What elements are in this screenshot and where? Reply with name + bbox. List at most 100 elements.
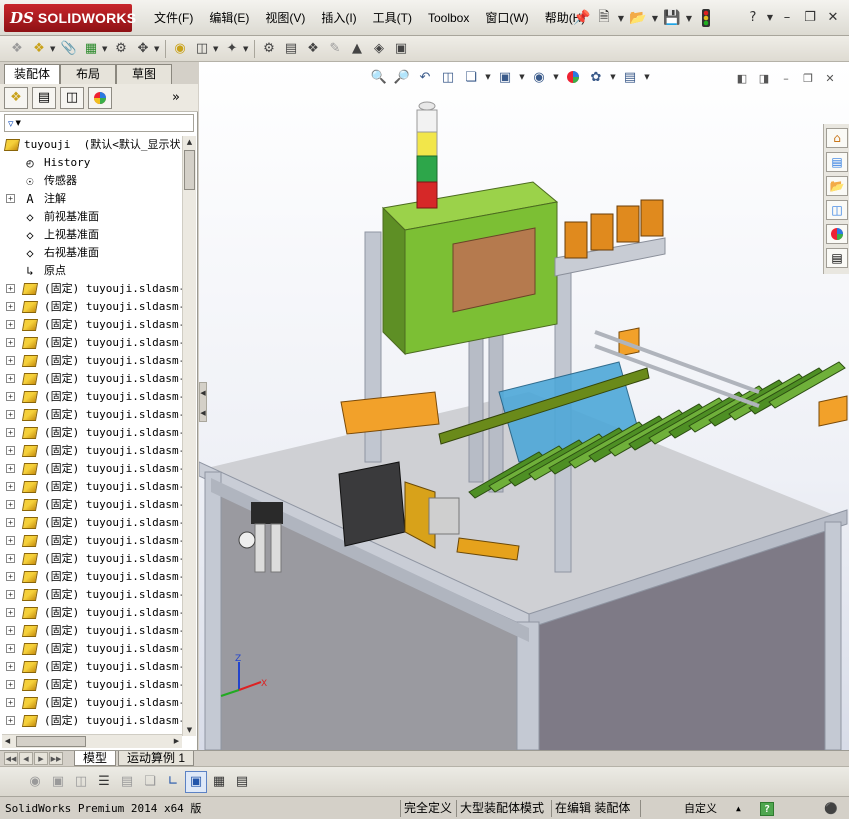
tree-vertical-scrollbar[interactable]: ▲ ▼	[182, 136, 196, 736]
design-library-icon[interactable]: ▤	[826, 152, 848, 172]
chevron-down-icon[interactable]: ▼	[243, 45, 251, 53]
tree-horizontal-scrollbar[interactable]: ◀ ▶	[2, 734, 182, 748]
help-icon[interactable]: ?	[760, 800, 774, 817]
next-tab-icon[interactable]: ▶	[34, 752, 48, 765]
tree-component-row[interactable]: + (固定) tuyouji.sldasm-P	[0, 514, 182, 532]
menu-item-0[interactable]: 文件(F)	[146, 7, 201, 29]
tree-item[interactable]: + A 注解	[0, 190, 182, 208]
tree-component-row[interactable]: + (固定) tuyouji.sldasm-P	[0, 298, 182, 316]
tree-component-row[interactable]: + (固定) tuyouji.sldasm-P	[0, 550, 182, 568]
chevron-up-icon[interactable]: ▲	[736, 800, 741, 817]
tree-component-row[interactable]: + (固定) tuyouji.sldasm-P	[0, 316, 182, 334]
tree-item[interactable]: ↳ 原点	[0, 262, 182, 280]
tree-component-row[interactable]: + (固定) tuyouji.sldasm-P	[0, 280, 182, 298]
tree-item[interactable]: ◴ History	[0, 154, 182, 172]
display-mode-icon[interactable]: ▣	[185, 770, 207, 793]
tree-component-row[interactable]: + (固定) tuyouji.sldasm-P	[0, 496, 182, 514]
configuration-manager-icon[interactable]: ◫	[60, 86, 84, 109]
expand-icon[interactable]: +	[6, 320, 15, 329]
expand-icon[interactable]: +	[6, 338, 15, 347]
clearance-verification-icon[interactable]: ◈	[368, 39, 390, 59]
tag-icon[interactable]: ⚫	[824, 800, 838, 817]
scroll-left-icon[interactable]: ◀	[2, 735, 13, 747]
tab-assembly[interactable]: 装配体	[4, 64, 60, 84]
chevron-down-icon[interactable]: ▼	[616, 8, 626, 28]
tree-component-row[interactable]: + (固定) tuyouji.sldasm-P	[0, 334, 182, 352]
show-hidden-components-icon[interactable]: ◉	[169, 39, 191, 59]
expand-icon[interactable]: +	[6, 644, 15, 653]
chevron-down-icon[interactable]: ▼	[102, 45, 110, 53]
graphics-area[interactable]: ◀ ◀ 🔍 🔎 ↶ ◫ ❏ ▼ ▣ ▼ ◉ ▼ ✿ ▼ ▤ ▼ ◧ ◨ – ❐ ✕	[199, 62, 849, 750]
tree-item[interactable]: ◇ 前视基准面	[0, 208, 182, 226]
chevron-down-icon[interactable]: ▼	[766, 8, 774, 26]
scroll-thumb[interactable]	[184, 150, 195, 190]
expand-icon[interactable]: +	[6, 590, 15, 599]
new-motion-study-icon[interactable]: ⚙	[258, 39, 280, 59]
tree-component-row[interactable]: + (固定) tuyouji.sldasm-P	[0, 442, 182, 460]
tree-component-row[interactable]: + (固定) tuyouji.sldasm-P	[0, 586, 182, 604]
menu-item-3[interactable]: 插入(I)	[313, 7, 364, 29]
home-icon[interactable]: ⌂	[826, 128, 848, 148]
custom-properties-icon[interactable]: ▤	[826, 248, 848, 268]
expand-icon[interactable]: +	[6, 374, 15, 383]
expand-icon[interactable]: +	[6, 626, 15, 635]
tree-component-row[interactable]: + (固定) tuyouji.sldasm-P	[0, 640, 182, 658]
tab-model[interactable]: 模型	[74, 751, 117, 766]
expand-icon[interactable]: +	[6, 716, 15, 725]
menu-item-1[interactable]: 编辑(E)	[201, 7, 257, 29]
display-manager-icon[interactable]	[88, 86, 112, 109]
unit-system[interactable]: 自定义	[684, 800, 717, 817]
chevron-down-icon[interactable]: ▼	[650, 8, 660, 28]
expand-icon[interactable]: +	[6, 518, 15, 527]
first-tab-icon[interactable]: ◀◀	[4, 752, 18, 765]
expand-icon[interactable]: +	[6, 446, 15, 455]
view-grid-icon[interactable]: ▦	[208, 771, 230, 793]
tree-root-assembly[interactable]: tuyouji (默认<默认_显示状	[0, 136, 182, 154]
file-explorer-icon[interactable]: 📂	[826, 176, 848, 196]
expand-icon[interactable]: +	[6, 554, 15, 563]
component-icon[interactable]: ❖	[6, 39, 28, 59]
close-icon[interactable]: ✕	[823, 8, 843, 26]
tree-component-row[interactable]: + (固定) tuyouji.sldasm-P	[0, 532, 182, 550]
smart-fasteners-icon[interactable]: ⚙	[110, 39, 132, 59]
tree-component-row[interactable]: + (固定) tuyouji.sldasm-P	[0, 568, 182, 586]
expand-icon[interactable]: +	[6, 572, 15, 581]
tree-filter[interactable]: ▿ ▼	[4, 114, 194, 132]
perspective-icon[interactable]: ❏	[139, 771, 161, 793]
new-document-icon[interactable]: 🗎	[594, 8, 614, 28]
appearances-icon[interactable]	[826, 224, 848, 244]
tree-component-row[interactable]: + (固定) tuyouji.sldasm-P	[0, 388, 182, 406]
expand-icon[interactable]: +	[6, 194, 15, 203]
scroll-down-icon[interactable]: ▼	[184, 724, 195, 736]
wireframe-icon[interactable]: ☰	[93, 771, 115, 793]
menu-item-5[interactable]: Toolbox	[420, 7, 477, 29]
tree-component-row[interactable]: + (固定) tuyouji.sldasm-P	[0, 694, 182, 712]
expand-icon[interactable]: +	[6, 464, 15, 473]
chevron-down-icon[interactable]: ▼	[213, 45, 221, 53]
expand-icon[interactable]: +	[6, 428, 15, 437]
expand-icon[interactable]: +	[6, 500, 15, 509]
tree-item[interactable]: ◇ 右视基准面	[0, 244, 182, 262]
tab-motion-study[interactable]: 运动算例 1	[118, 751, 195, 766]
menu-item-4[interactable]: 工具(T)	[365, 7, 420, 29]
tree-component-row[interactable]: + (固定) tuyouji.sldasm-P	[0, 712, 182, 730]
tree-component-row[interactable]: + (固定) tuyouji.sldasm-P	[0, 424, 182, 442]
assembly-3d-model[interactable]: Z X	[199, 62, 849, 750]
shaded-edges-icon[interactable]: ▣	[47, 771, 69, 793]
scroll-thumb[interactable]	[16, 736, 86, 747]
reference-geometry-icon[interactable]: ✦	[221, 39, 243, 59]
assembly-features-icon[interactable]: ◫	[191, 39, 213, 59]
save-icon[interactable]: 💾	[662, 8, 682, 28]
insert-component-icon[interactable]: ❖	[28, 39, 50, 59]
bill-of-materials-icon[interactable]: ▤	[280, 39, 302, 59]
tab-sketch[interactable]: 草图	[116, 64, 172, 84]
instant3d-icon[interactable]: ▣	[390, 39, 412, 59]
solidworks-logo[interactable]: DS SOLIDWORKS	[4, 4, 136, 32]
restore-icon[interactable]: ❐	[800, 8, 820, 26]
draft-quality-icon[interactable]: ▤	[116, 771, 138, 793]
expand-icon[interactable]: +	[6, 680, 15, 689]
exploded-view-icon[interactable]: ❖	[302, 39, 324, 59]
expand-icon[interactable]: +	[6, 482, 15, 491]
interference-detection-icon[interactable]: ▲	[346, 39, 368, 59]
tree-component-row[interactable]: + (固定) tuyouji.sldasm-P	[0, 478, 182, 496]
